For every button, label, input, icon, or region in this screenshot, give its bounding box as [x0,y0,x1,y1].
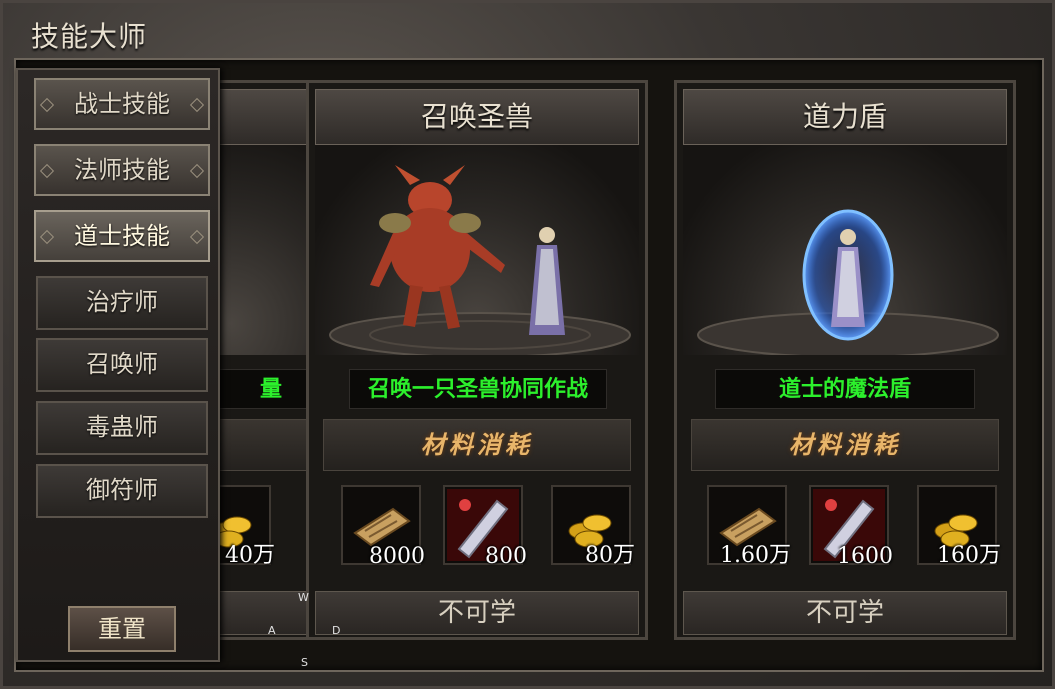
skill-preview-art [683,145,1007,355]
diamond-ornament-icon [39,229,55,245]
materials-row: 1.60万 1600 160万 [677,479,1013,571]
learn-button[interactable]: 不可学 [683,591,1007,635]
subclass-healer[interactable]: 治疗师 [36,276,208,330]
material-qty: 80万 [585,543,635,568]
skill-card-summon-beast: 召唤圣兽 召唤一只圣兽协同作战 材料消耗 8000 800 80万 不可学 [306,80,648,640]
window-title: 技能大师 [31,20,148,53]
skill-name: 道力盾 [683,89,1007,145]
material-qty: 800 [485,544,527,569]
skill-description: 道士的魔法盾 [715,369,975,409]
tab-label: 道士技能 [74,222,170,250]
diamond-ornament-icon [189,97,205,113]
diamond-ornament-icon [39,163,55,179]
shield-aura-figure [697,209,999,355]
diamond-ornament-icon [189,163,205,179]
tab-taoist-skills[interactable]: 道士技能 [34,210,210,262]
material-slot[interactable]: 800 [443,485,527,569]
materials-row: 8000 800 80万 [309,479,645,571]
learn-button[interactable]: 不可学 [315,591,639,635]
material-slot[interactable]: 1600 [809,485,893,569]
material-qty: 160万 [937,543,1001,568]
skill-description: 召唤一只圣兽协同作战 [349,369,607,409]
tab-label: 法师技能 [74,156,170,184]
key-hint-s: S [301,656,308,669]
tab-mage-skills[interactable]: 法师技能 [34,144,210,196]
beast-and-taoist-figure [329,165,631,355]
material-qty: 40万 [225,543,275,568]
material-slot[interactable]: 1.60万 [707,485,791,568]
skill-card-taoist-shield: 道力盾 道士的魔法盾 材料消耗 1.60万 1600 160万 不可学 [674,80,1016,640]
diamond-ornament-icon [39,97,55,113]
diamond-ornament-icon [189,229,205,245]
skill-name: 召唤圣兽 [315,89,639,145]
skill-preview-art [315,145,639,355]
material-slot[interactable]: 160万 [917,485,1001,568]
material-qty: 1.60万 [720,543,791,568]
material-qty: 1600 [837,544,893,569]
material-slot[interactable]: 8000 [341,485,425,569]
material-slot[interactable]: 80万 [551,485,635,568]
subclass-talisman-master[interactable]: 御符师 [36,464,208,518]
subclass-poison-master[interactable]: 毒蛊师 [36,401,208,455]
class-sidebar: 战士技能 法师技能 道士技能 治疗师 召唤师 毒蛊师 御符师 重置 [16,68,220,662]
tab-label: 战士技能 [74,90,170,118]
reset-button[interactable]: 重置 [68,606,176,652]
subclass-summoner[interactable]: 召唤师 [36,338,208,392]
key-hint-a: A [268,624,276,637]
materials-banner: 材料消耗 [323,419,631,471]
key-hint-w: W [298,591,309,604]
key-hint-d: D [332,624,341,637]
materials-banner: 材料消耗 [691,419,999,471]
material-qty: 8000 [369,544,425,569]
tab-warrior-skills[interactable]: 战士技能 [34,78,210,130]
